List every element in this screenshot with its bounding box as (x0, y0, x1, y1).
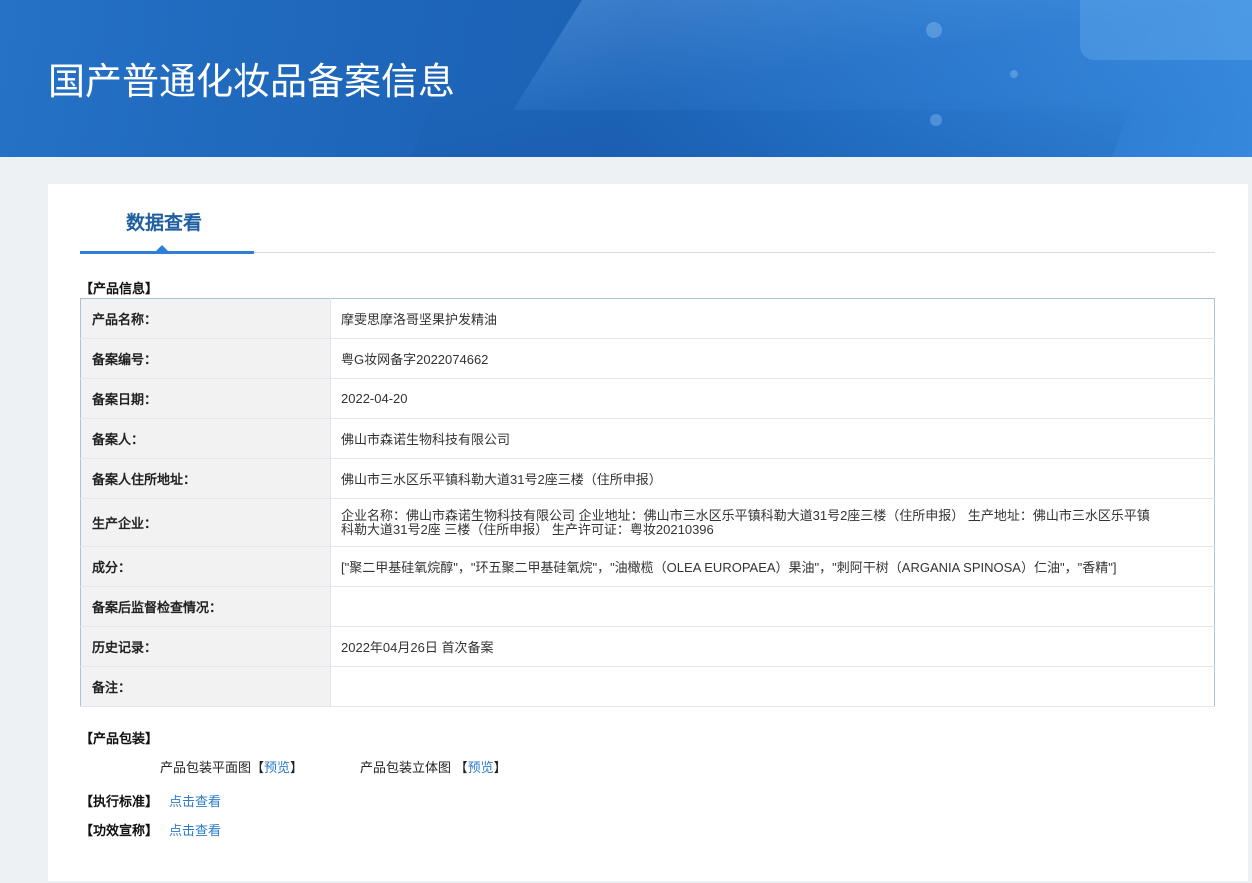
bracket-open: 【 (454, 760, 468, 775)
table-row: 成分： ["聚二甲基硅氧烷醇"，"环五聚二甲基硅氧烷"，"油橄榄（OLEA EU… (80, 546, 1215, 587)
table-row: 备案后监督检查情况： (80, 586, 1215, 627)
header-decoration (930, 114, 942, 126)
product-info-table: 产品名称： 摩雯思摩洛哥坚果护发精油 备案编号： 粤G妆网备字202207466… (80, 298, 1215, 707)
field-label: 备案人： (80, 418, 331, 459)
header-decoration (926, 22, 942, 38)
field-label: 生产企业： (80, 498, 331, 547)
field-label: 备案编号： (80, 338, 331, 379)
table-row: 备案日期： 2022-04-20 (80, 378, 1215, 419)
field-label: 产品名称： (80, 298, 331, 339)
header-decoration (1080, 0, 1252, 60)
field-value: ["聚二甲基硅氧烷醇"，"环五聚二甲基硅氧烷"，"油橄榄（OLEA EUROPA… (330, 546, 1215, 587)
header-banner: 国产普通化妆品备案信息 (0, 0, 1252, 157)
table-row: 备注： (80, 666, 1215, 707)
field-label: 备案日期： (80, 378, 331, 419)
field-value: 2022-04-20 (330, 378, 1215, 419)
field-label: 成分： (80, 546, 331, 587)
bracket-open: 【 (251, 760, 265, 775)
field-value: 佛山市森诺生物科技有限公司 (330, 418, 1215, 459)
table-row: 产品名称： 摩雯思摩洛哥坚果护发精油 (80, 298, 1215, 339)
field-value: 佛山市三水区乐平镇科勒大道31号2座三楼（住所申报） (330, 458, 1215, 499)
field-value (330, 586, 1215, 627)
field-label: 备案人住所地址： (80, 458, 331, 499)
active-tab-indicator (80, 251, 254, 254)
field-value: 企业名称：佛山市森诺生物科技有限公司 企业地址：佛山市三水区乐平镇科勒大道31号… (330, 498, 1215, 547)
standards-row: 【执行标准】 点击查看 (80, 794, 221, 810)
preview-3d-link[interactable]: 预览 (468, 760, 494, 775)
packaging-flat-label: 产品包装平面图 (160, 760, 252, 775)
field-value: 摩雯思摩洛哥坚果护发精油 (330, 298, 1215, 339)
preview-flat-link[interactable]: 预览 (264, 760, 290, 775)
section-title-product-info: 【产品信息】 (80, 281, 159, 296)
field-value (330, 666, 1215, 707)
header-decoration (1010, 70, 1018, 78)
packaging-flat-item: 产品包装平面图【预览】 (160, 760, 303, 776)
packaging-3d-label: 产品包装立体图 (360, 760, 455, 775)
bracket-close: 】 (493, 760, 507, 775)
section-title-claims: 【功效宣称】 (80, 823, 159, 838)
table-row: 生产企业： 企业名称：佛山市森诺生物科技有限公司 企业地址：佛山市三水区乐平镇科… (80, 498, 1215, 547)
field-value: 粤G妆网备字2022074662 (330, 338, 1215, 379)
standards-view-link[interactable]: 点击查看 (169, 794, 221, 809)
section-title-standards: 【执行标准】 (80, 794, 159, 809)
table-row: 备案编号： 粤G妆网备字2022074662 (80, 338, 1215, 379)
table-row: 历史记录： 2022年04月26日 首次备案 (80, 626, 1215, 667)
tab-data-view[interactable]: 数据查看 (126, 212, 202, 236)
field-label: 历史记录： (80, 626, 331, 667)
section-title-packaging: 【产品包装】 (80, 731, 159, 746)
header-decoration (405, 95, 1135, 157)
field-label: 备注： (80, 666, 331, 707)
page-title: 国产普通化妆品备案信息 (48, 61, 455, 102)
packaging-3d-item: 产品包装立体图 【预览】 (360, 760, 507, 776)
table-row: 备案人住所地址： 佛山市三水区乐平镇科勒大道31号2座三楼（住所申报） (80, 458, 1215, 499)
claims-view-link[interactable]: 点击查看 (169, 823, 221, 838)
field-label: 备案后监督检查情况： (80, 586, 331, 627)
table-row: 备案人： 佛山市森诺生物科技有限公司 (80, 418, 1215, 459)
bracket-close: 】 (290, 760, 304, 775)
field-value: 2022年04月26日 首次备案 (330, 626, 1215, 667)
claims-row: 【功效宣称】 点击查看 (80, 823, 221, 839)
active-tab-notch (156, 245, 168, 251)
